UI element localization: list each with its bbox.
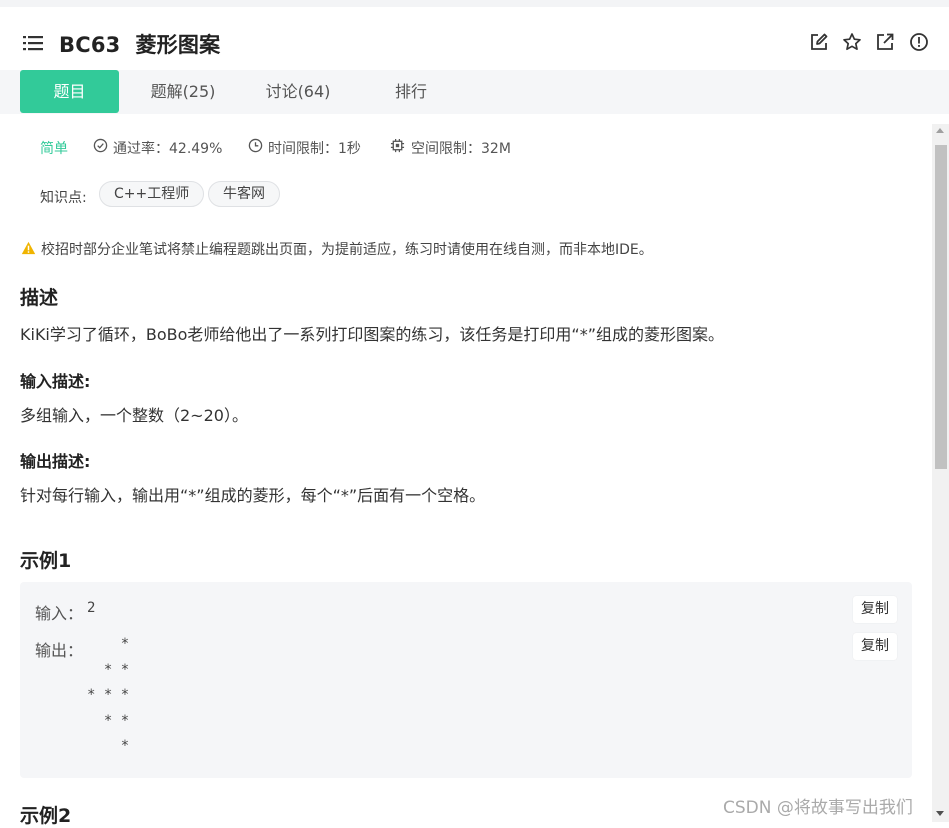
input-desc-text: 多组输入，一个整数（2~20）。: [20, 406, 248, 425]
check-circle-icon: [93, 138, 108, 153]
tab-problem[interactable]: 题目: [20, 70, 119, 113]
scroll-up-arrow-icon[interactable]: [936, 128, 944, 133]
scrollbar-thumb[interactable]: [935, 145, 947, 469]
list-icon[interactable]: [23, 35, 43, 51]
chip-icon: [390, 138, 405, 153]
top-strip: [0, 0, 949, 7]
example-input-label: 输入：: [35, 604, 84, 623]
knowledge-tag[interactable]: C++工程师: [99, 181, 205, 207]
star-icon[interactable]: [842, 32, 862, 52]
edit-icon[interactable]: [809, 32, 829, 52]
tab-solutions[interactable]: 题解(25): [140, 70, 226, 113]
copy-output-button[interactable]: 复制: [853, 633, 897, 660]
warning-icon: [21, 241, 36, 255]
example-output-label: 输出：: [35, 641, 84, 660]
problem-header: BC63 菱形图案: [0, 7, 949, 70]
example-output-value: * * * * * * * * *: [87, 636, 130, 754]
share-icon[interactable]: [875, 32, 895, 52]
page-title: BC63 菱形图案: [59, 33, 221, 57]
watermark: CSDN @将故事写出我们: [723, 798, 913, 818]
description-heading: 描述: [20, 287, 59, 309]
tab-discussion[interactable]: 讨论(64): [255, 70, 341, 113]
example1-box: [20, 582, 912, 778]
info-icon[interactable]: [909, 32, 929, 52]
example-input-value: 2: [87, 600, 96, 616]
space-limit: 空间限制：32M: [411, 141, 511, 157]
pass-rate: 通过率：42.49%: [113, 141, 223, 157]
copy-input-button[interactable]: 复制: [853, 596, 897, 623]
time-limit: 时间限制：1秒: [268, 141, 361, 157]
input-desc-heading: 输入描述:: [20, 372, 91, 391]
knowledge-tag[interactable]: 牛客网: [208, 181, 280, 207]
knowledge-label: 知识点:: [40, 190, 87, 206]
difficulty-level: 简单: [40, 141, 68, 157]
clock-icon: [248, 138, 263, 153]
notice-text: 校招时部分企业笔试将禁止编程题跳出页面，为提前适应，练习时请使用在线自测，而非本…: [41, 242, 653, 258]
example1-heading: 示例1: [20, 550, 72, 572]
scroll-down-arrow-icon[interactable]: [936, 811, 944, 816]
description-text: KiKi学习了循环，BoBo老师给他出了一系列打印图案的练习，该任务是打印用“*…: [20, 325, 724, 344]
tab-ranking[interactable]: 排行: [380, 70, 442, 113]
output-desc-text: 针对每行输入，输出用“*”组成的菱形，每个“*”后面有一个空格。: [20, 486, 486, 505]
output-desc-heading: 输出描述:: [20, 452, 91, 471]
example2-heading: 示例2: [20, 805, 72, 827]
tab-bar: 题目 题解(25) 讨论(64) 排行: [0, 70, 949, 114]
